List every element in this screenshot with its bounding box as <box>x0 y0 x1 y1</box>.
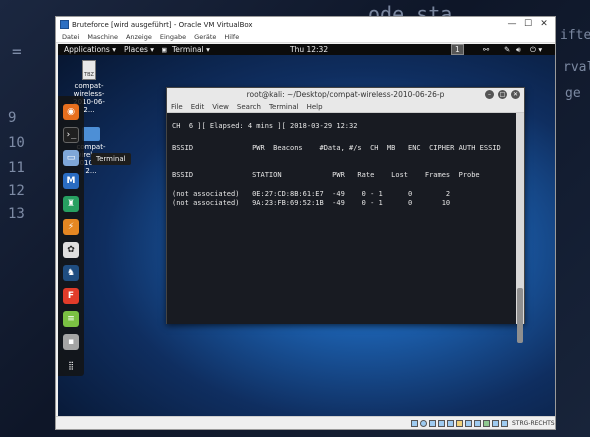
maltego-icon[interactable]: ✿ <box>63 242 79 258</box>
show-apps-icon[interactable]: ⣿ <box>63 357 79 373</box>
terminal-app-menu[interactable]: Terminal ▾ <box>172 45 210 54</box>
bg-code-text: rval <box>563 60 590 75</box>
terminal-scrollbar-thumb[interactable] <box>517 288 523 343</box>
terminal-app-icon: ▣ <box>162 45 167 54</box>
keyboard-status-icon[interactable] <box>501 420 508 427</box>
shared-folder-status-icon[interactable] <box>456 420 463 427</box>
beef-icon[interactable]: ♞ <box>63 265 79 281</box>
vbox-menubar: Datei Maschine Anzeige Eingabe Geräte Hi… <box>56 32 555 43</box>
network-icon[interactable]: ⚯ <box>483 45 489 54</box>
archive-file-icon: TBZ <box>82 60 96 80</box>
usb-status-icon[interactable] <box>447 420 454 427</box>
faraday-icon[interactable]: F <box>63 288 79 304</box>
terminal-line-status: CH 6 ][ Elapsed: 4 mins ][ 2018-03-29 12… <box>172 122 358 130</box>
terminal-line-ap-header: BSSID PWR Beacons #Data, #/s CH MB ENC C… <box>172 144 501 152</box>
vbox-window-title: Bruteforce [wird ausgeführt] - Oracle VM… <box>72 20 253 29</box>
terminal-output[interactable]: CH 6 ][ Elapsed: 4 mins ][ 2018-03-29 12… <box>167 113 518 324</box>
bg-code-text: ge <box>565 86 581 101</box>
terminal-minimize-icon[interactable]: – <box>485 90 494 99</box>
close-icon[interactable]: ✕ <box>537 18 551 30</box>
vbox-titlebar[interactable]: Bruteforce [wird ausgeführt] - Oracle VM… <box>56 17 555 32</box>
bg-code-text: = <box>12 42 22 61</box>
terminal-menubar: File Edit View Search Terminal Help <box>167 102 524 113</box>
vbox-menu-datei[interactable]: Datei <box>62 33 79 41</box>
terminal-icon[interactable]: ›_ <box>63 127 79 143</box>
tools-icon[interactable]: ✎ <box>504 45 510 54</box>
terminal-title: root@kali: ~/Desktop/compat-wireless-201… <box>246 90 445 99</box>
bg-code-text: 10 <box>8 135 25 151</box>
hdd-status-icon[interactable] <box>411 420 418 427</box>
burpsuite-icon[interactable]: ⚡ <box>63 219 79 235</box>
terminal-menu-search[interactable]: Search <box>237 103 261 111</box>
volume-icon[interactable]: 🔊︎ <box>516 45 521 55</box>
host-key-label: STRG-RECHTS <box>512 420 555 427</box>
metasploit-icon[interactable]: M <box>63 173 79 189</box>
firefox-icon[interactable]: ◉ <box>63 104 79 120</box>
system-settings-icon[interactable]: ▪ <box>63 334 79 350</box>
kali-top-panel: Applications ▾ Places ▾ ▣ Terminal ▾ Thu… <box>58 44 555 55</box>
power-icon[interactable]: ⏻ ▾ <box>530 45 542 55</box>
terminal-menu-terminal[interactable]: Terminal <box>269 103 299 111</box>
network-status-icon[interactable] <box>438 420 445 427</box>
virtualbox-window: Bruteforce [wird ausgeführt] - Oracle VM… <box>55 16 556 430</box>
minimize-icon[interactable]: — <box>505 18 519 30</box>
bg-code-text: 12 <box>8 183 25 199</box>
bg-code-text: 13 <box>8 206 25 222</box>
leafpad-icon[interactable]: ≡ <box>63 311 79 327</box>
terminal-line-station: (not associated) 0E:27:CD:8B:61:E7 -49 0… <box>172 190 451 198</box>
terminal-menu-view[interactable]: View <box>212 103 229 111</box>
vbox-statusbar: STRG-RECHTS <box>56 416 555 429</box>
cpu-status-icon[interactable] <box>483 420 490 427</box>
virtualbox-app-icon <box>60 20 69 29</box>
places-menu[interactable]: Places ▾ <box>124 45 154 54</box>
terminal-scrollbar[interactable] <box>516 113 524 343</box>
terminal-close-icon[interactable]: ✕ <box>511 90 520 99</box>
kali-dock: ◉ ›_ ▭ M ♜ ⚡ ✿ ♞ F ≡ ▪ ⣿ <box>58 96 84 376</box>
display-status-icon[interactable] <box>465 420 472 427</box>
recording-status-icon[interactable] <box>474 420 481 427</box>
maximize-icon[interactable]: ☐ <box>521 18 535 30</box>
vbox-menu-geraete[interactable]: Geräte <box>194 33 216 41</box>
terminal-maximize-icon[interactable]: □ <box>498 90 507 99</box>
terminal-menu-file[interactable]: File <box>171 103 183 111</box>
vbox-menu-eingabe[interactable]: Eingabe <box>160 33 186 41</box>
bg-code-text: 11 <box>8 160 25 176</box>
terminal-titlebar[interactable]: root@kali: ~/Desktop/compat-wireless-201… <box>167 88 524 102</box>
audio-status-icon[interactable] <box>429 420 436 427</box>
dock-tooltip: Terminal <box>91 153 131 165</box>
vbox-menu-hilfe[interactable]: Hilfe <box>224 33 239 41</box>
terminal-line-station: (not associated) 9A:23:FB:69:52:1B -49 0… <box>172 199 451 207</box>
terminal-menu-edit[interactable]: Edit <box>191 103 205 111</box>
terminal-line-station-header: BSSID STATION PWR Rate Lost Frames Probe <box>172 171 480 179</box>
vbox-menu-maschine[interactable]: Maschine <box>87 33 118 41</box>
terminal-menu-help[interactable]: Help <box>307 103 323 111</box>
bg-code-text: ifte <box>560 28 590 43</box>
optical-status-icon[interactable] <box>420 420 427 427</box>
terminal-window: root@kali: ~/Desktop/compat-wireless-201… <box>166 87 525 343</box>
clock[interactable]: Thu 12:32 <box>290 45 328 54</box>
folder-icon <box>82 127 100 141</box>
guest-display[interactable]: Applications ▾ Places ▾ ▣ Terminal ▾ Thu… <box>58 44 555 416</box>
mouse-integration-icon[interactable] <box>492 420 499 427</box>
workspace-indicator[interactable]: 1 <box>451 44 464 55</box>
bg-code-text: 9 <box>8 110 17 126</box>
armitage-icon[interactable]: ♜ <box>63 196 79 212</box>
vbox-menu-anzeige[interactable]: Anzeige <box>126 33 152 41</box>
files-icon[interactable]: ▭ <box>63 150 79 166</box>
applications-menu[interactable]: Applications ▾ <box>64 45 116 54</box>
